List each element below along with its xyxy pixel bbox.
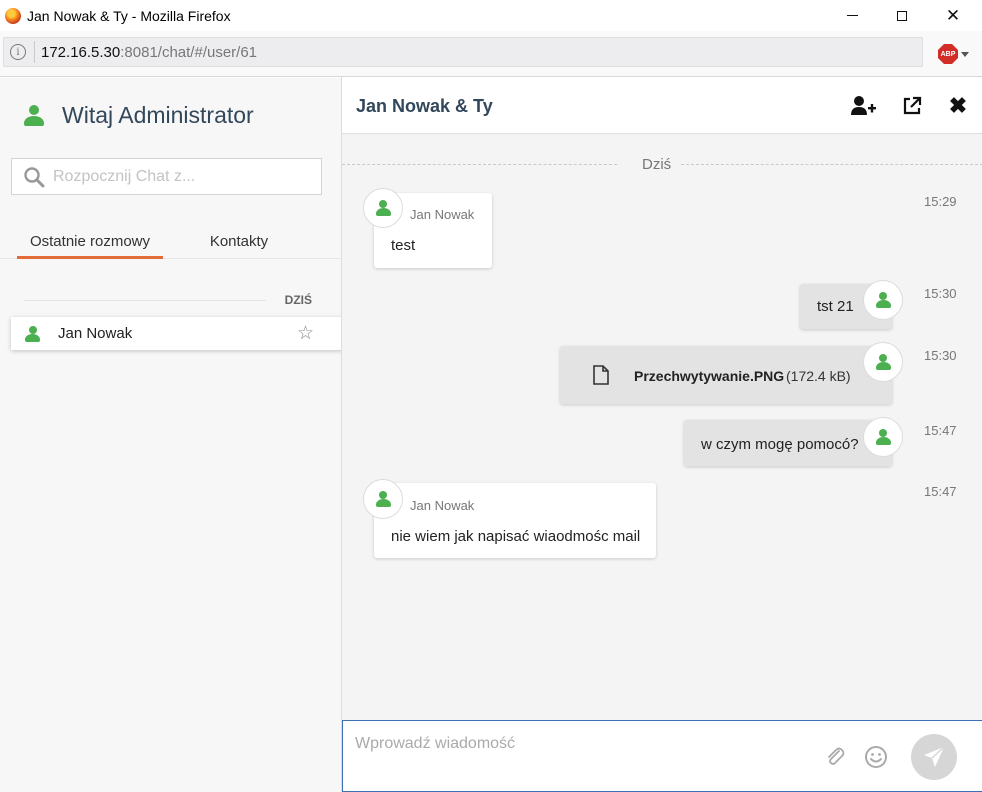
info-icon[interactable]: i	[10, 44, 26, 60]
message-time: 15:47	[924, 484, 957, 499]
url-host: 172.16.5.30	[41, 43, 121, 61]
message-sender: Jan Nowak	[410, 498, 475, 513]
avatar	[863, 342, 903, 382]
adblock-dropdown-icon[interactable]	[961, 52, 969, 57]
conversation-item[interactable]: Jan Nowak ☆	[11, 317, 344, 350]
popout-button[interactable]	[897, 91, 927, 121]
day-group-header: DZIŚ	[24, 292, 314, 308]
message-outgoing: w czym mogę pomocó?	[684, 420, 892, 466]
url-divider	[34, 41, 35, 63]
sidebar-tabs: Ostatnie rozmowy Kontakty	[0, 226, 341, 259]
search-icon	[24, 166, 45, 187]
day-label: DZIŚ	[284, 293, 312, 307]
file-icon	[593, 365, 609, 385]
greeting-text: Witaj Administrator	[62, 102, 254, 128]
message-sender: Jan Nowak	[410, 207, 475, 222]
url-field[interactable]: i 172.16.5.30:8081/chat/#/user/61	[3, 37, 923, 67]
close-icon: ✖	[948, 93, 968, 118]
day-divider	[24, 300, 266, 301]
message-text: test	[391, 237, 416, 254]
add-user-button[interactable]	[849, 91, 879, 121]
file-size: (172.4 kB)	[786, 368, 851, 384]
maximize-icon	[897, 10, 907, 21]
avatar	[363, 188, 403, 228]
greeting: Witaj Administrator	[24, 102, 254, 129]
search-input[interactable]	[53, 167, 313, 186]
date-separator-label: Dziś	[642, 156, 672, 173]
url-path: :8081/chat/#/user/61	[120, 43, 258, 61]
message-incoming: Jan Nowak nie wiem jak napisać wiaodmośc…	[374, 483, 656, 558]
file-attachment-message[interactable]: Przechwytywanie.PNG (172.4 kB)	[560, 346, 892, 404]
address-bar: i 172.16.5.30:8081/chat/#/user/61 ABP	[0, 31, 982, 77]
send-button[interactable]	[911, 734, 957, 780]
message-composer	[342, 720, 982, 792]
message-input[interactable]	[355, 735, 805, 775]
conversation-name: Jan Nowak	[58, 325, 133, 342]
minimize-button[interactable]	[827, 0, 877, 31]
message-text: w czym mogę pomocó?	[701, 436, 859, 453]
tab-contacts[interactable]: Kontakty	[180, 226, 298, 259]
window-close-button[interactable]: ✕	[928, 0, 978, 31]
avatar	[363, 479, 403, 519]
window-title: Jan Nowak & Ty - Mozilla Firefox	[27, 7, 231, 24]
date-separator-line	[342, 164, 617, 165]
close-chat-button[interactable]: ✖	[943, 91, 973, 121]
contacts-sidebar: Witaj Administrator Ostatnie rozmowy Kon…	[0, 78, 344, 792]
user-icon	[875, 429, 891, 445]
adblock-icon[interactable]: ABP	[938, 44, 958, 64]
date-separator: Dziś	[342, 156, 982, 174]
close-icon: ✕	[945, 5, 961, 25]
external-link-icon	[903, 96, 922, 115]
message-time: 15:30	[924, 286, 957, 301]
message-text: tst 21	[817, 298, 854, 315]
maximize-button[interactable]	[877, 0, 927, 31]
chat-title: Jan Nowak & Ty	[356, 96, 493, 116]
user-icon	[25, 325, 40, 342]
user-icon	[375, 200, 391, 216]
firefox-icon	[5, 7, 21, 24]
user-icon	[875, 354, 891, 370]
file-name[interactable]: Przechwytywanie.PNG	[634, 368, 784, 384]
search-box[interactable]	[11, 158, 322, 195]
window-titlebar: Jan Nowak & Ty - Mozilla Firefox ✕	[0, 0, 982, 31]
avatar	[863, 417, 903, 457]
user-icon	[875, 292, 891, 308]
emoji-icon[interactable]	[864, 745, 888, 769]
url-text[interactable]: 172.16.5.30:8081/chat/#/user/61	[41, 44, 257, 61]
message-time: 15:30	[924, 348, 957, 363]
paperclip-icon[interactable]	[823, 745, 847, 769]
chat-panel: Jan Nowak & Ty ✖ Dziś Jan Nowak test 15:…	[341, 77, 982, 792]
user-icon	[24, 104, 44, 127]
send-icon	[924, 746, 945, 767]
minimize-icon	[846, 15, 858, 16]
user-icon	[375, 491, 391, 507]
date-separator-line	[681, 164, 982, 165]
message-time: 15:47	[924, 423, 957, 438]
avatar	[863, 280, 903, 320]
message-text: nie wiem jak napisać wiaodmośc mail	[391, 528, 641, 545]
chat-header: Jan Nowak & Ty ✖	[342, 77, 982, 134]
tab-recent-conversations[interactable]: Ostatnie rozmowy	[17, 226, 163, 259]
add-user-icon	[851, 96, 876, 115]
star-icon[interactable]: ☆	[297, 322, 314, 345]
message-time: 15:29	[924, 194, 957, 209]
